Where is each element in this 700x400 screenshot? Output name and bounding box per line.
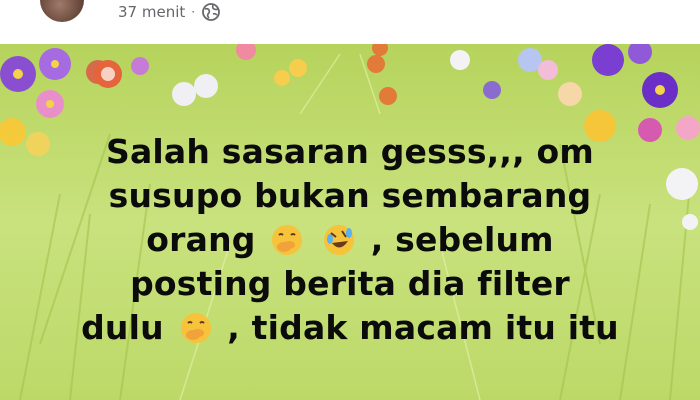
rolling-on-floor-laughing-emoji — [324, 225, 354, 255]
face-with-hand-over-mouth-emoji — [272, 225, 303, 255]
text-segment: , sebelum — [370, 220, 554, 259]
timestamp[interactable]: 37 menit — [118, 3, 185, 21]
globe-icon[interactable] — [201, 2, 221, 22]
post-background-card: Salah sasaran gesss,,, om susupo bukan s… — [0, 44, 700, 400]
post-text: Salah sasaran gesss,,, om susupo bukan s… — [40, 130, 660, 350]
text-line-3: orang , sebelum — [40, 218, 660, 262]
avatar[interactable] — [40, 0, 84, 22]
separator: · — [191, 5, 196, 19]
text-line-5: dulu , tidak macam itu itu — [40, 306, 660, 350]
text-segment: orang — [146, 220, 256, 259]
text-segment: dulu — [81, 308, 164, 347]
post-header: 37 menit · — [0, 0, 700, 28]
face-with-hand-over-mouth-emoji — [180, 313, 211, 343]
text-line-4: posting berita dia filter — [130, 264, 570, 303]
post-meta: 37 menit · — [118, 2, 221, 22]
text-segment: , tidak macam itu itu — [227, 308, 619, 347]
text-line-1: Salah sasaran gesss,,, om — [105, 132, 595, 171]
text-line-2: susupo bukan sembarang — [108, 176, 592, 215]
